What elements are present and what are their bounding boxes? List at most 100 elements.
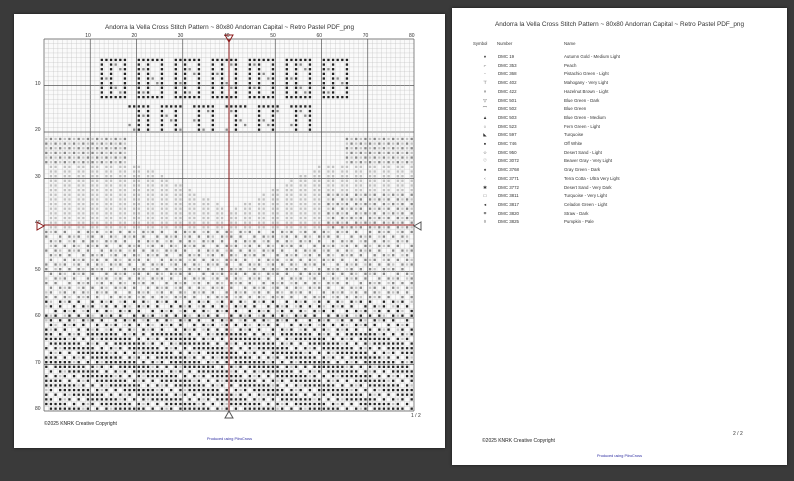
stitch-symbol	[160, 212, 164, 215]
stitch-symbol	[257, 328, 261, 331]
stitch-symbol	[202, 240, 205, 243]
stitch-symbol	[285, 95, 288, 99]
stitch-symbol	[225, 347, 228, 350]
stitch-symbol	[123, 379, 127, 382]
stitch-symbol	[387, 258, 390, 262]
stitch-symbol	[49, 398, 53, 401]
stitch-symbol	[137, 254, 140, 257]
stitch-symbol	[294, 356, 298, 359]
stitch-symbol	[234, 82, 238, 85]
stitch-symbol	[244, 314, 247, 317]
stitch-symbol	[123, 221, 127, 224]
stitch-symbol	[281, 244, 284, 248]
stitch-symbol	[63, 347, 66, 350]
stitch-symbol	[174, 295, 177, 299]
stitch-symbol	[137, 370, 140, 373]
stitch-symbol	[109, 193, 113, 196]
stitch-symbol	[86, 398, 90, 401]
stitch-symbol	[271, 268, 275, 271]
stitch-symbol	[77, 393, 80, 396]
stitch-symbol	[308, 374, 312, 378]
stitch-symbol	[248, 77, 251, 80]
stitch-symbol	[387, 175, 390, 178]
stitch-symbol	[322, 347, 325, 350]
stitch-symbol	[253, 342, 256, 345]
stitch-symbol	[244, 230, 247, 234]
stitch-symbol	[72, 374, 76, 378]
stitch-symbol	[368, 393, 372, 396]
stitch-symbol	[262, 323, 265, 327]
stitch-symbol	[364, 323, 367, 327]
stitch-symbol	[59, 347, 62, 350]
stitch-symbol	[359, 212, 362, 215]
stitch-symbol	[253, 351, 256, 355]
stitch-symbol	[188, 398, 191, 401]
stitch-symbol	[77, 147, 80, 150]
stitch-symbol	[54, 337, 57, 341]
stitch-symbol	[188, 95, 191, 99]
stitch-symbol	[137, 72, 140, 76]
stitch-symbol	[294, 300, 298, 303]
stitch-symbol	[211, 361, 214, 364]
stitch-symbol	[188, 216, 191, 220]
stitch-symbol	[151, 379, 154, 382]
stitch-symbol	[299, 230, 302, 234]
stitch-symbol	[345, 58, 349, 62]
stitch-symbol	[220, 398, 224, 401]
stitch-symbol	[151, 398, 154, 401]
stitch-symbol	[396, 314, 399, 317]
stitch-symbol	[146, 342, 150, 345]
stitch-symbol	[137, 193, 140, 196]
stitch-symbol	[59, 268, 62, 271]
stitch-symbol	[119, 198, 122, 201]
stitch-symbol	[313, 309, 316, 313]
stitch-symbol	[285, 82, 288, 85]
stitch-symbol	[271, 72, 275, 76]
stitch-symbol	[146, 202, 150, 206]
stitch-symbol	[373, 323, 376, 327]
stitch-symbol	[267, 244, 270, 248]
stitch-symbol	[382, 379, 386, 382]
stitch-symbol	[234, 119, 238, 122]
stitch-symbol	[234, 226, 238, 229]
stitch-symbol	[72, 337, 76, 341]
stitch-symbol	[170, 337, 173, 341]
stitch-symbol	[230, 365, 233, 368]
stitch-symbol	[410, 244, 413, 248]
stitch-symbol	[276, 365, 279, 368]
stitch-symbol	[382, 398, 386, 401]
stitch-symbol	[387, 281, 390, 285]
stitch-symbol	[105, 384, 108, 387]
stitch-symbol	[165, 337, 168, 341]
stitch-symbol	[211, 384, 214, 387]
stitch-symbol	[216, 207, 219, 210]
stitch-symbol	[350, 333, 353, 336]
stitch-symbol	[77, 365, 80, 368]
stitch-symbol	[368, 175, 372, 178]
stitch-symbol	[405, 388, 409, 392]
stitch-symbol	[49, 342, 53, 345]
stitch-symbol	[405, 351, 409, 355]
stitch-symbol	[45, 398, 48, 401]
stitch-symbol	[396, 161, 399, 164]
stitch-symbol	[248, 230, 251, 234]
stitch-symbol	[137, 170, 140, 173]
stitch-symbol	[396, 258, 399, 262]
stitch-symbol	[313, 244, 316, 248]
stitch-symbol	[230, 230, 233, 234]
stitch-symbol	[188, 351, 191, 355]
stitch-symbol	[156, 337, 159, 341]
stitch-symbol	[207, 254, 210, 257]
stitch-symbol	[207, 388, 210, 392]
stitch-symbol	[91, 170, 94, 173]
stitch-symbol	[193, 374, 196, 378]
stitch-symbol	[355, 147, 358, 150]
stitch-symbol	[410, 393, 413, 396]
stitch-symbol	[308, 305, 312, 308]
stitch-symbol	[299, 361, 302, 364]
stitch-symbol	[396, 398, 399, 401]
stitch-symbol	[373, 402, 376, 406]
stitch-symbol	[392, 221, 395, 224]
stitch-symbol	[387, 184, 390, 187]
stitch-symbol	[294, 263, 298, 266]
